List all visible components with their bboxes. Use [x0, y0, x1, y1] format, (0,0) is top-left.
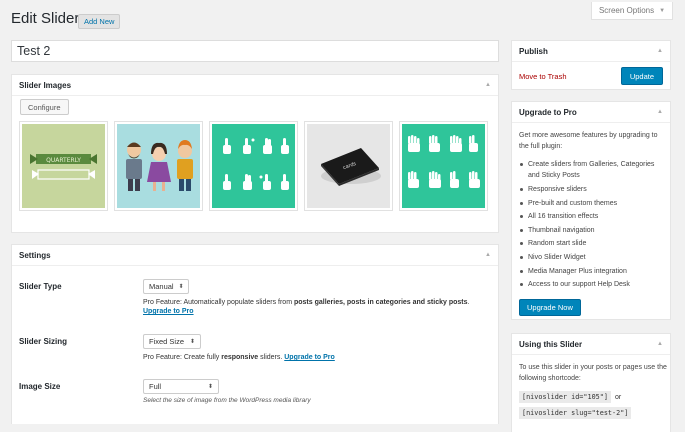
slider-title-input[interactable]: Test 2	[11, 40, 499, 62]
update-button[interactable]: Update	[620, 67, 663, 85]
description-text: Automatically populate sliders from	[181, 299, 294, 306]
move-to-trash-link[interactable]: Move to Trash	[519, 72, 567, 81]
slider-images-heading: Slider Images	[19, 80, 72, 90]
list-item: Responsive sliders	[519, 183, 667, 197]
list-item: Media Manager Plus integration	[519, 265, 667, 279]
publish-heading: Publish	[519, 46, 548, 56]
collapse-toggle-icon[interactable]: ▲	[485, 82, 491, 88]
thumbnail-list: QUARTERLY cards	[19, 121, 488, 211]
upgrade-to-pro-link[interactable]: Upgrade to Pro	[284, 354, 335, 361]
slider-type-value: Manual	[149, 282, 174, 291]
screen-options-label: Screen Options	[598, 6, 655, 15]
description-highlight: responsive	[221, 354, 259, 361]
shortcode-line: [nivoslider slug="test-2"]	[519, 407, 632, 419]
shortcode-line: [nivoslider id="105"] or	[519, 391, 621, 403]
description-highlight: posts galleries, posts in categories and…	[293, 299, 468, 306]
quarterly-banner-text: QUARTERLY	[46, 157, 81, 164]
collapse-toggle-icon[interactable]: ▲	[485, 252, 491, 258]
upgrade-now-button[interactable]: Upgrade Now	[519, 299, 581, 316]
add-new-button[interactable]: Add New	[78, 14, 121, 29]
list-item: All 16 transition effects	[519, 210, 667, 224]
image-size-label: Image Size	[19, 382, 61, 391]
hand-gestures-image-1	[212, 124, 295, 208]
slider-sizing-select[interactable]: Fixed Size ⬍	[143, 334, 201, 349]
slide-thumbnail[interactable]: cards	[304, 121, 393, 211]
description-text: sliders.	[258, 354, 285, 361]
slider-images-header[interactable]: Slider Images ▲	[12, 75, 498, 96]
settings-heading: Settings	[19, 250, 51, 260]
feature-list: Create sliders from Galleries, Categorie…	[519, 158, 667, 292]
image-size-select[interactable]: Full ⬍	[143, 379, 219, 394]
shortcode-id[interactable]: [nivoslider id="105"]	[519, 391, 611, 403]
settings-box: Settings ▲ Slider Type Manual ⬍ Pro Feat…	[11, 244, 499, 424]
collapse-toggle-icon[interactable]: ▲	[657, 341, 663, 347]
quarterly-banner-image: QUARTERLY	[22, 124, 105, 208]
using-slider-intro: To use this slider in your posts or page…	[519, 364, 667, 382]
upgrade-box: Upgrade to Pro ▲ Get more awesome featur…	[511, 101, 671, 320]
screen-options-button[interactable]: Screen Options ▼	[591, 2, 673, 20]
slider-type-label: Slider Type	[19, 282, 62, 291]
description-text: .	[467, 299, 470, 306]
collapse-toggle-icon[interactable]: ▲	[657, 109, 663, 115]
image-size-value: Full	[149, 382, 162, 391]
list-item: Nivo Slider Widget	[519, 251, 667, 265]
publish-box: Publish ▲ Move to Trash Update	[511, 40, 671, 90]
settings-header[interactable]: Settings ▲	[12, 245, 498, 266]
collapse-toggle-icon[interactable]: ▲	[657, 48, 663, 54]
slider-type-description: Pro Feature: Automatically populate slid…	[143, 298, 483, 316]
using-slider-box: Using this Slider ▲ To use this slider i…	[511, 333, 671, 432]
select-arrows-icon: ⬍	[207, 384, 213, 390]
upgrade-header[interactable]: Upgrade to Pro ▲	[512, 102, 670, 123]
using-slider-heading: Using this Slider	[519, 339, 583, 349]
shortcode-slug[interactable]: [nivoslider slug="test-2"]	[519, 407, 632, 419]
upgrade-heading: Upgrade to Pro	[519, 107, 577, 117]
list-item: Create sliders from Galleries, Categorie…	[519, 158, 667, 183]
list-item: Random start slide	[519, 237, 667, 251]
page-title: Edit Slider	[11, 10, 80, 27]
slider-sizing-label: Slider Sizing	[19, 337, 68, 346]
business-cards-image: cards	[307, 124, 390, 208]
slider-images-box: Slider Images ▲ Configure QUARTERLY card…	[11, 74, 499, 233]
characters-illustration-image	[117, 124, 200, 208]
slide-thumbnail[interactable]	[209, 121, 298, 211]
select-arrows-icon: ⬍	[189, 339, 195, 345]
slider-type-select[interactable]: Manual ⬍	[143, 279, 189, 294]
pro-feature-label: Pro Feature:	[143, 299, 182, 306]
slide-thumbnail[interactable]: QUARTERLY	[19, 121, 108, 211]
publish-header[interactable]: Publish ▲	[512, 41, 670, 62]
slide-thumbnail[interactable]	[399, 121, 488, 211]
select-arrows-icon: ⬍	[178, 284, 184, 290]
list-item: Access to our support Help Desk	[519, 278, 667, 292]
slide-thumbnail[interactable]	[114, 121, 203, 211]
or-text: or	[614, 393, 622, 401]
caret-down-icon: ▼	[659, 7, 666, 14]
upgrade-to-pro-link[interactable]: Upgrade to Pro	[143, 308, 194, 315]
hand-gestures-image-2	[402, 124, 485, 208]
image-size-description: Select the size of image from the WordPr…	[143, 397, 311, 404]
slider-sizing-description: Pro Feature: Create fully responsive sli…	[143, 353, 483, 362]
upgrade-intro: Get more awesome features by upgrading t…	[519, 132, 658, 150]
slider-sizing-value: Fixed Size	[149, 337, 185, 346]
using-slider-header[interactable]: Using this Slider ▲	[512, 334, 670, 355]
list-item: Thumbnail navigation	[519, 224, 667, 238]
description-text: Create fully	[181, 354, 222, 361]
configure-button[interactable]: Configure	[20, 99, 69, 115]
pro-feature-label: Pro Feature:	[143, 354, 182, 361]
list-item: Pre-built and custom themes	[519, 197, 667, 211]
